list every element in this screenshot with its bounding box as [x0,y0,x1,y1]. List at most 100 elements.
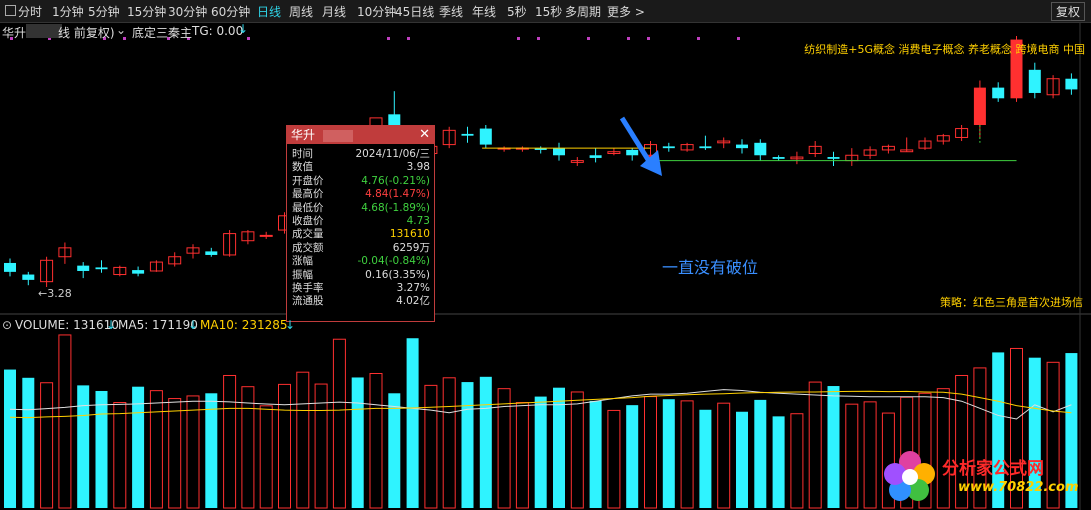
ma10-value: MA10: 231285 [200,318,288,332]
tooltip-label: 换手率 [292,281,324,294]
volume-bar [4,369,16,508]
volume-bar [699,409,712,508]
tooltip-stock-name: 华升 [291,128,316,142]
volume-bar [589,400,602,508]
annotation-text: 一直没有破位 [662,258,759,277]
close-icon[interactable]: ✕ [419,126,430,144]
period-tab[interactable]: 45日线 [395,3,434,20]
volume-bar [186,395,200,509]
data-tooltip: 华升 ✕ 时间 2024/11/06/三 数值 3.98 开盘价 4.76(-0.21%)… [286,125,435,322]
signal-dot [737,37,740,40]
volume-bar [479,376,492,508]
period-tab[interactable]: 分时 [18,3,42,20]
volume-bar [461,382,474,508]
ma10-down-arrow-icon: ↓ [285,318,296,332]
tooltip-value: 4.68(-1.89%) [361,201,430,214]
candle-body [553,148,565,156]
volume-bar [113,402,127,509]
tooltip-row: 数值 3.98 [287,161,434,174]
period-tab[interactable]: 30分钟 [168,3,207,20]
volume-bar [863,401,877,509]
candle-body [1028,69,1041,93]
annotation-arrow-shaft [619,116,655,168]
signal-dot [517,37,520,40]
candle-body [754,142,767,156]
signal-dot [627,37,630,40]
period-tab[interactable]: 5秒 [507,3,527,20]
volume-bar [296,371,310,509]
candle-body [772,157,785,159]
tooltip-label: 成交额 [292,241,324,254]
menu-square-icon[interactable] [5,5,16,16]
volume-bar [607,409,621,509]
period-tab[interactable]: 1分钟 [52,3,84,20]
signal-dot [537,37,540,40]
signal-dot [647,37,650,40]
volume-panel-icon[interactable]: ⊙ [2,318,12,332]
tooltip-title: 华升 ✕ [287,126,434,144]
candle-body [736,144,748,149]
period-tab[interactable]: 年线 [472,3,496,20]
period-tab[interactable]: 日线 [257,3,281,20]
candle-body [662,146,675,149]
indicator-name[interactable]: 底定三秦主 [132,24,192,41]
tooltip-row: 成交额 6259万 [287,242,434,255]
tooltip-label: 开盘价 [292,174,324,187]
signal-dot [123,37,126,40]
tooltip-row: 流通股 4.02亿 [287,295,434,308]
period-tab[interactable]: 多周期 [565,3,601,20]
ma5-down-arrow-icon: ↓ [188,318,199,332]
low-price-value: 3.28 [47,287,72,300]
candle-body [461,133,474,136]
restore-right-button[interactable]: 复权 [1050,2,1085,21]
volume-bar [369,373,383,509]
period-tab[interactable]: 5分钟 [88,3,120,20]
candle-body [827,157,840,159]
volume-bar [553,387,565,508]
candle-body [479,128,492,145]
tooltip-label: 收盘价 [292,214,324,227]
kline-chart [0,22,1091,510]
tooltip-label: 最低价 [292,201,324,214]
signal-dot [387,37,390,40]
candle-body [589,155,602,158]
volume-bar [241,386,255,509]
volume-bar [77,385,90,508]
period-tab[interactable]: 60分钟 [211,3,250,20]
tooltip-value: -0.04(-0.84%) [357,255,430,268]
period-tab[interactable]: 10分钟 [357,3,396,20]
volume-bar [442,377,456,509]
volume-bar [149,390,163,509]
collapse-circle-icon[interactable]: ⌄ [116,23,126,37]
volume-bar [58,334,72,509]
volume-bar [132,386,145,508]
stock-name: 华升 [2,26,27,40]
volume-bar [626,405,639,508]
period-tab[interactable]: 月线 [322,3,346,20]
volume-bar [717,402,731,509]
volume-bar [790,413,804,509]
tooltip-label: 流通股 [292,295,324,308]
tooltip-value: 6259万 [392,241,430,254]
candle-body [77,265,90,271]
candle-body [259,234,273,237]
tooltip-label: 数值 [292,161,313,174]
candle-body [626,149,639,156]
ma5-value: MA5: 171190 [118,318,198,332]
volume-bar [332,338,346,509]
tooltip-label: 最高价 [292,188,324,201]
volume-bar [259,405,273,509]
tooltip-row: 最高价 4.84(1.47%) [287,188,434,201]
candle-body [1065,78,1078,90]
period-tab[interactable]: 季线 [439,3,463,20]
tooltip-row: 换手率 3.27% [287,282,434,295]
period-tab[interactable]: 15秒 [535,3,562,20]
tg-value: TG: 0.00 [192,24,244,38]
period-tab[interactable]: 15分钟 [127,3,166,20]
volume-bar [845,403,859,509]
logo-text: 分析家公式网 [942,459,1044,479]
period-tab[interactable]: 周线 [289,3,313,20]
chart-area[interactable] [0,22,1091,510]
period-tab[interactable]: 更多 > [607,3,645,20]
signal-dot [247,37,250,40]
